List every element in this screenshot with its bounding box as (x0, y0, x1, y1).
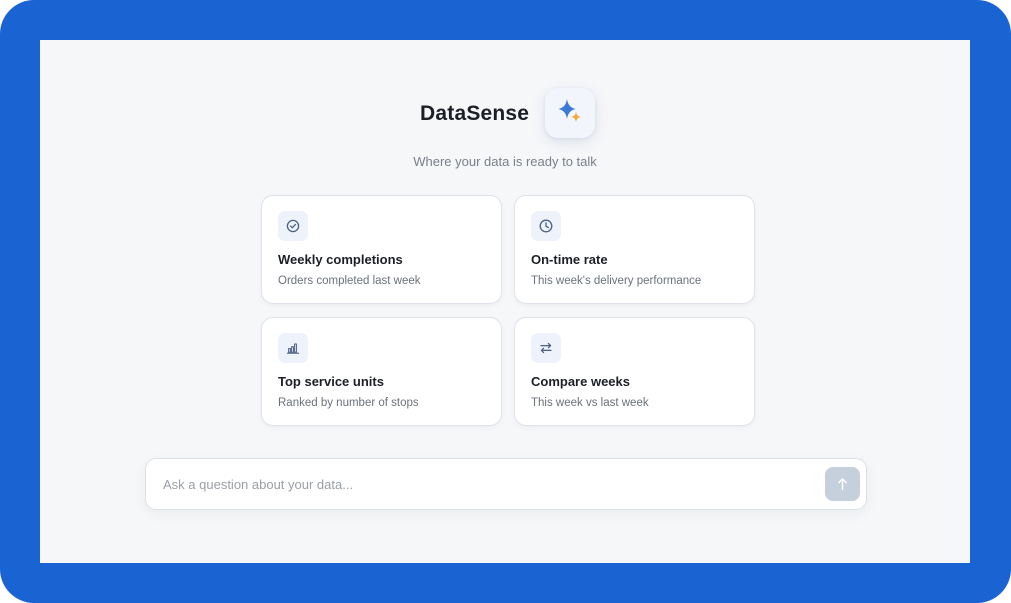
card-description: This week vs last week (531, 397, 649, 409)
card-title: Top service units (278, 374, 384, 389)
bar-chart-icon (278, 333, 308, 363)
card-description: Orders completed last week (278, 275, 421, 287)
card-description: This week's delivery performance (531, 275, 702, 287)
ask-bar (145, 458, 867, 510)
suggestion-card-compare-weeks[interactable]: Compare weeks This week vs last week (514, 317, 755, 426)
brand-header: DataSense (40, 88, 970, 142)
app-screen: DataSense Where your data is ready to ta… (40, 40, 970, 563)
device-frame: DataSense Where your data is ready to ta… (0, 0, 1011, 603)
card-title: Compare weeks (531, 374, 630, 389)
app-title: DataSense (420, 102, 530, 125)
question-input[interactable] (163, 459, 803, 509)
card-description: Ranked by number of stops (278, 397, 419, 409)
suggestion-card-top-service-units[interactable]: Top service units Ranked by number of st… (261, 317, 502, 426)
sparkle-icon (545, 88, 595, 138)
suggestion-card-weekly-completions[interactable]: Weekly completions Orders completed last… (261, 195, 502, 304)
swap-arrows-icon (531, 333, 561, 363)
suggestion-card-on-time-rate[interactable]: On-time rate This week's delivery perfor… (514, 195, 755, 304)
app-tagline: Where your data is ready to talk (413, 154, 597, 169)
card-title: On-time rate (531, 252, 608, 267)
send-button[interactable] (825, 467, 860, 501)
arrow-up-icon (838, 478, 847, 491)
card-title: Weekly completions (278, 252, 403, 267)
check-circle-icon (278, 211, 308, 241)
clock-icon (531, 211, 561, 241)
